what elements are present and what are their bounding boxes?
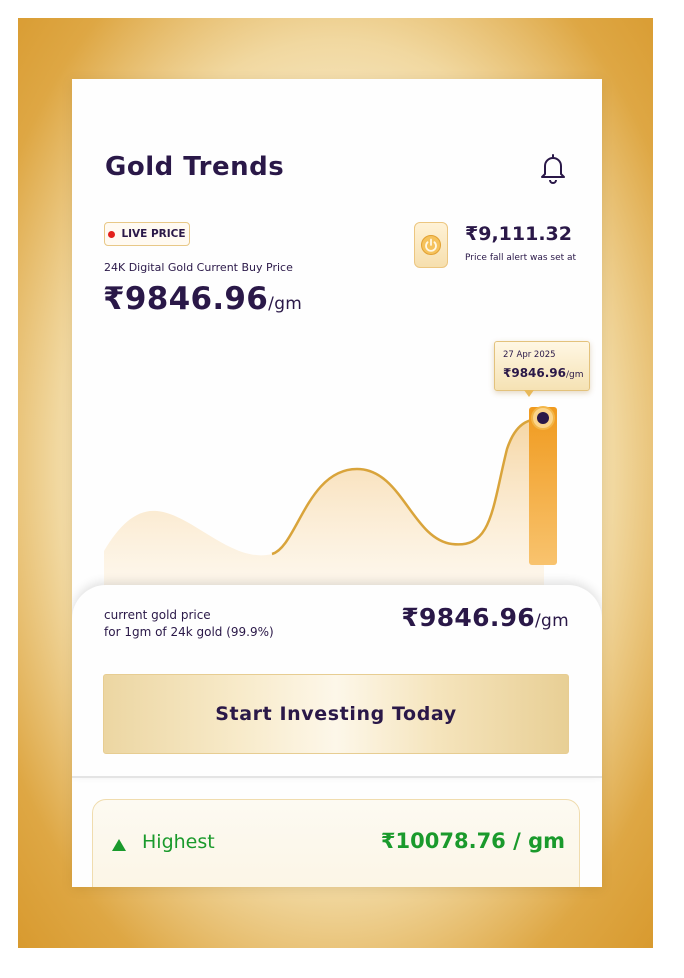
alert-price: ₹9,111.32: [465, 223, 572, 245]
arrow-up-icon: [112, 839, 126, 851]
tooltip-price-value: ₹9846.96: [503, 366, 567, 380]
chart-highlight-bar: [529, 407, 557, 565]
price-caption-line1: current gold price: [104, 608, 211, 622]
live-badge-label: LIVE PRICE: [121, 228, 186, 240]
section-divider: [72, 776, 602, 778]
current-price: ₹9846.96/gm: [103, 281, 302, 317]
bell-icon[interactable]: [538, 152, 568, 184]
price-caption: current gold price for 1gm of 24k gold (…: [104, 607, 274, 641]
power-icon: [421, 235, 441, 255]
highest-price-card: Highest ₹10078.76 / gm: [92, 799, 580, 887]
live-price-badge: LIVE PRICE: [104, 222, 190, 246]
tooltip-price: ₹9846.96/gm: [503, 366, 584, 380]
summary-price: ₹9846.96/gm: [401, 603, 569, 632]
alert-note: Price fall alert was set at: [465, 253, 577, 263]
start-investing-button[interactable]: Start Investing Today: [103, 674, 569, 754]
page-title: Gold Trends: [105, 152, 285, 182]
tooltip-price-unit: /gm: [566, 370, 584, 380]
summary-price-unit: /gm: [535, 611, 569, 631]
price-alert-button[interactable]: [414, 222, 448, 268]
gold-trends-card: Gold Trends LIVE PRICE 24K Digital Gold …: [72, 79, 602, 887]
tooltip-arrow: [524, 390, 534, 397]
chart-area: [104, 419, 544, 599]
chart-tooltip: 27 Apr 2025 ₹9846.96/gm: [494, 341, 590, 391]
live-dot-icon: [108, 230, 116, 238]
current-price-unit: /gm: [268, 294, 303, 314]
price-caption-line2: for 1gm of 24k gold (99.9%): [104, 625, 274, 639]
current-price-subtitle: 24K Digital Gold Current Buy Price: [104, 261, 293, 274]
price-summary-sheet: current gold price for 1gm of 24k gold (…: [72, 585, 602, 777]
tooltip-date: 27 Apr 2025: [503, 350, 556, 360]
highest-label: Highest: [142, 831, 215, 853]
summary-price-value: ₹9846.96: [401, 603, 536, 632]
highest-value: ₹10078.76 / gm: [380, 829, 565, 853]
current-price-value: ₹9846.96: [103, 281, 269, 317]
chart-marker-dot: [537, 412, 549, 424]
